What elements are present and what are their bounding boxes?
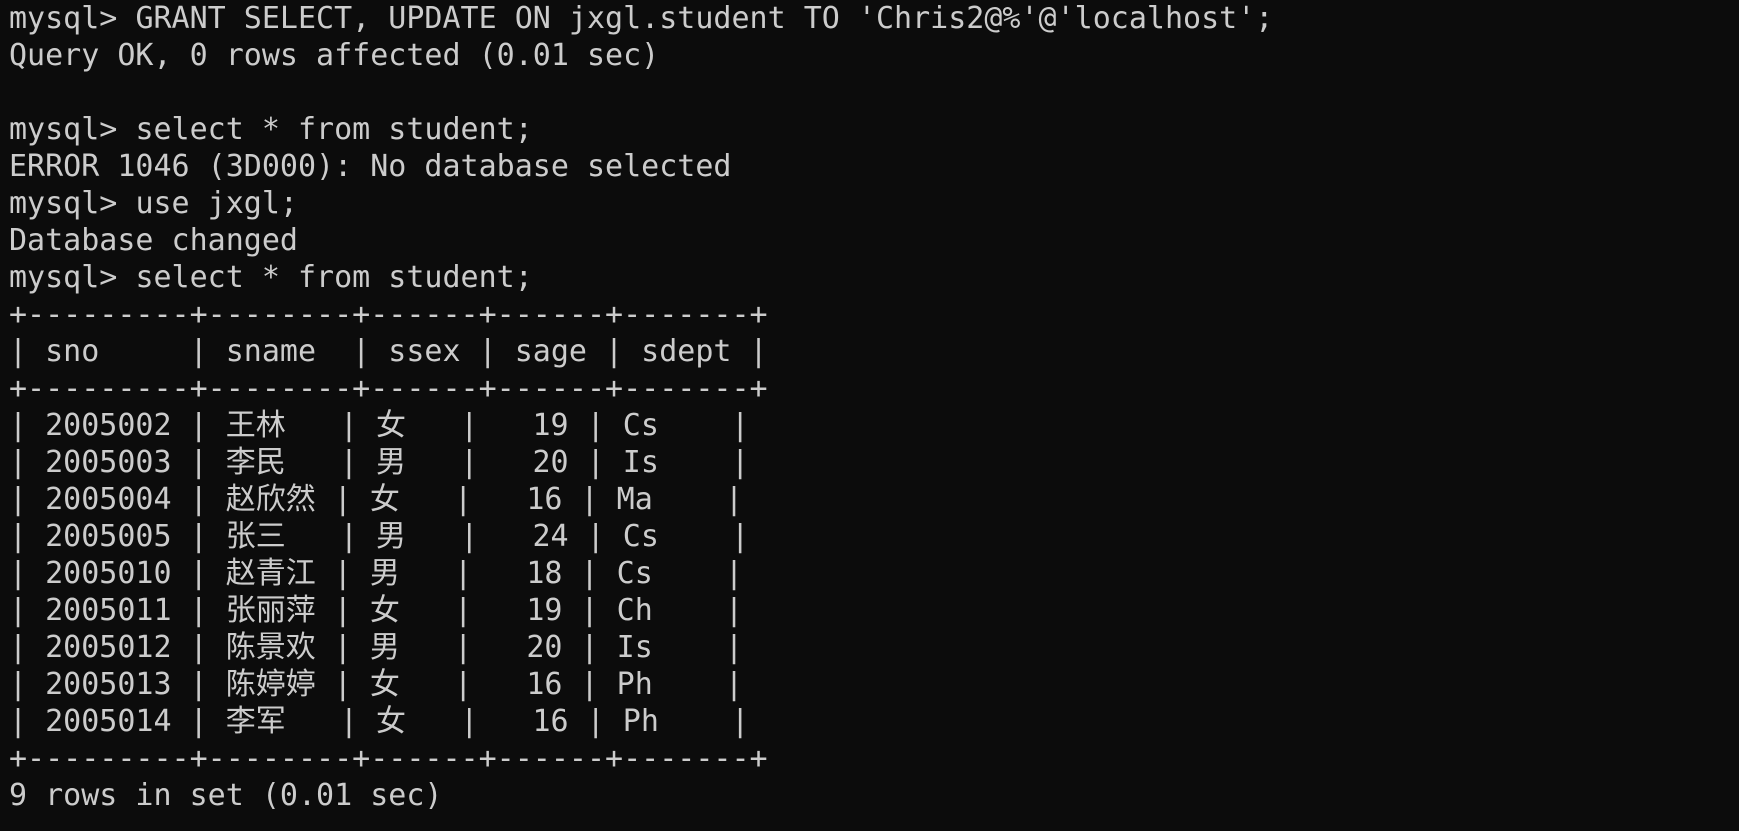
table-border-header: +---------+--------+------+------+------… [9, 371, 768, 406]
prompt: mysql> [9, 112, 118, 147]
table-row: | 2005011 | 张丽萍 | 女 | 19 | Ch | [9, 593, 744, 628]
command-text: use jxgl; [135, 186, 298, 221]
output-line: Query OK, 0 rows affected (0.01 sec) [9, 38, 660, 73]
command-line: mysql> select * from student; [9, 259, 1729, 296]
output-line: Database changed [9, 223, 298, 258]
table-row: | 2005012 | 陈景欢 | 男 | 20 | Is | [9, 630, 744, 665]
prompt: mysql> [9, 1, 118, 36]
terminal-window[interactable]: mysql> GRANT SELECT, UPDATE ON jxgl.stud… [9, 0, 1729, 814]
table-border-bottom: +---------+--------+------+------+------… [9, 741, 768, 776]
result-summary: 9 rows in set (0.01 sec) [9, 778, 443, 813]
table-row: | 2005005 | 张三 | 男 | 24 | Cs | [9, 519, 750, 554]
table-row: | 2005002 | 王林 | 女 | 19 | Cs | [9, 408, 750, 443]
table-border-top: +---------+--------+------+------+------… [9, 297, 768, 332]
command-line: mysql> use jxgl; [9, 185, 1729, 222]
command-text: select * from student; [135, 260, 533, 295]
command-text: GRANT SELECT, UPDATE ON jxgl.student TO … [135, 1, 1274, 36]
command-text: select * from student; [135, 112, 533, 147]
command-line: mysql> select * from student; [9, 111, 1729, 148]
table-row: | 2005010 | 赵青江 | 男 | 18 | Cs | [9, 556, 744, 591]
table-row: | 2005013 | 陈婷婷 | 女 | 16 | Ph | [9, 667, 744, 702]
prompt: mysql> [9, 186, 118, 221]
table-row: | 2005003 | 李民 | 男 | 20 | Is | [9, 445, 750, 480]
table-header: | sno | sname | ssex | sage | sdept | [9, 334, 768, 369]
table-row: | 2005014 | 李军 | 女 | 16 | Ph | [9, 704, 750, 739]
command-line: mysql> GRANT SELECT, UPDATE ON jxgl.stud… [9, 0, 1729, 37]
table-row: | 2005004 | 赵欣然 | 女 | 16 | Ma | [9, 482, 744, 517]
prompt: mysql> [9, 260, 118, 295]
error-line: ERROR 1046 (3D000): No database selected [9, 149, 732, 184]
